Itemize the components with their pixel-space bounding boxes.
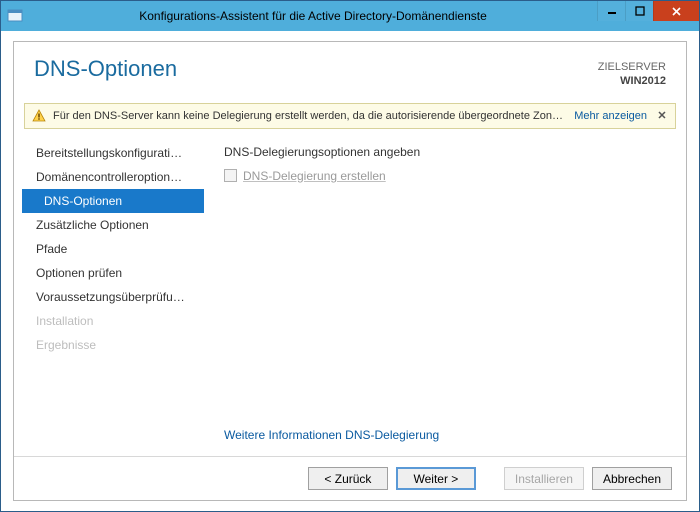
wizard-step-5[interactable]: Optionen prüfen	[22, 261, 204, 285]
wizard-content: DNS-Delegierungsoptionen angeben DNS-Del…	[204, 135, 686, 456]
dns-delegation-checkbox	[224, 169, 237, 182]
next-button[interactable]: Weiter >	[396, 467, 476, 490]
install-button: Installieren	[504, 467, 584, 490]
wizard-window: Konfigurations-Assistent für die Active …	[0, 0, 700, 512]
more-info-link[interactable]: Weitere Informationen DNS-Delegierung	[224, 428, 666, 448]
wizard-step-4[interactable]: Pfade	[22, 237, 204, 261]
target-label: ZIELSERVER	[598, 60, 666, 74]
app-icon	[1, 8, 29, 24]
wizard-footer: < Zurück Weiter > Installieren Abbrechen	[14, 456, 686, 500]
cancel-button[interactable]: Abbrechen	[592, 467, 672, 490]
dns-delegation-checkbox-row: DNS-Delegierung erstellen	[224, 169, 666, 183]
wizard-step-1[interactable]: Domänencontrolleroption…	[22, 165, 204, 189]
wizard-steps: Bereitstellungskonfigurati…Domänencontro…	[14, 135, 204, 456]
page-title: DNS-Optionen	[34, 56, 598, 82]
minimize-button[interactable]	[597, 1, 625, 21]
target-value: WIN2012	[598, 74, 666, 88]
maximize-button[interactable]	[625, 1, 653, 21]
wizard-step-8: Ergebnisse	[22, 333, 204, 357]
window-title: Konfigurations-Assistent für die Active …	[29, 9, 597, 23]
target-server: ZIELSERVER WIN2012	[598, 56, 666, 89]
wizard-step-6[interactable]: Voraussetzungsüberprüfu…	[22, 285, 204, 309]
titlebar[interactable]: Konfigurations-Assistent für die Active …	[1, 1, 699, 31]
close-button[interactable]	[653, 1, 699, 21]
warning-icon	[31, 108, 47, 124]
window-controls	[597, 1, 699, 23]
warning-more-link[interactable]: Mehr anzeigen	[574, 110, 647, 122]
wizard-step-0[interactable]: Bereitstellungskonfigurati…	[22, 141, 204, 165]
warning-close-icon[interactable]: ✕	[655, 109, 669, 122]
section-title: DNS-Delegierungsoptionen angeben	[224, 145, 666, 159]
wizard-step-2[interactable]: DNS-Optionen	[22, 189, 204, 213]
warning-banner: Für den DNS-Server kann keine Delegierun…	[24, 103, 676, 129]
wizard-step-7: Installation	[22, 309, 204, 333]
warning-message: Für den DNS-Server kann keine Delegierun…	[53, 110, 566, 122]
wizard-step-3[interactable]: Zusätzliche Optionen	[22, 213, 204, 237]
dns-delegation-label: DNS-Delegierung erstellen	[243, 169, 386, 183]
wizard-header: DNS-Optionen ZIELSERVER WIN2012	[14, 42, 686, 95]
back-button[interactable]: < Zurück	[308, 467, 388, 490]
